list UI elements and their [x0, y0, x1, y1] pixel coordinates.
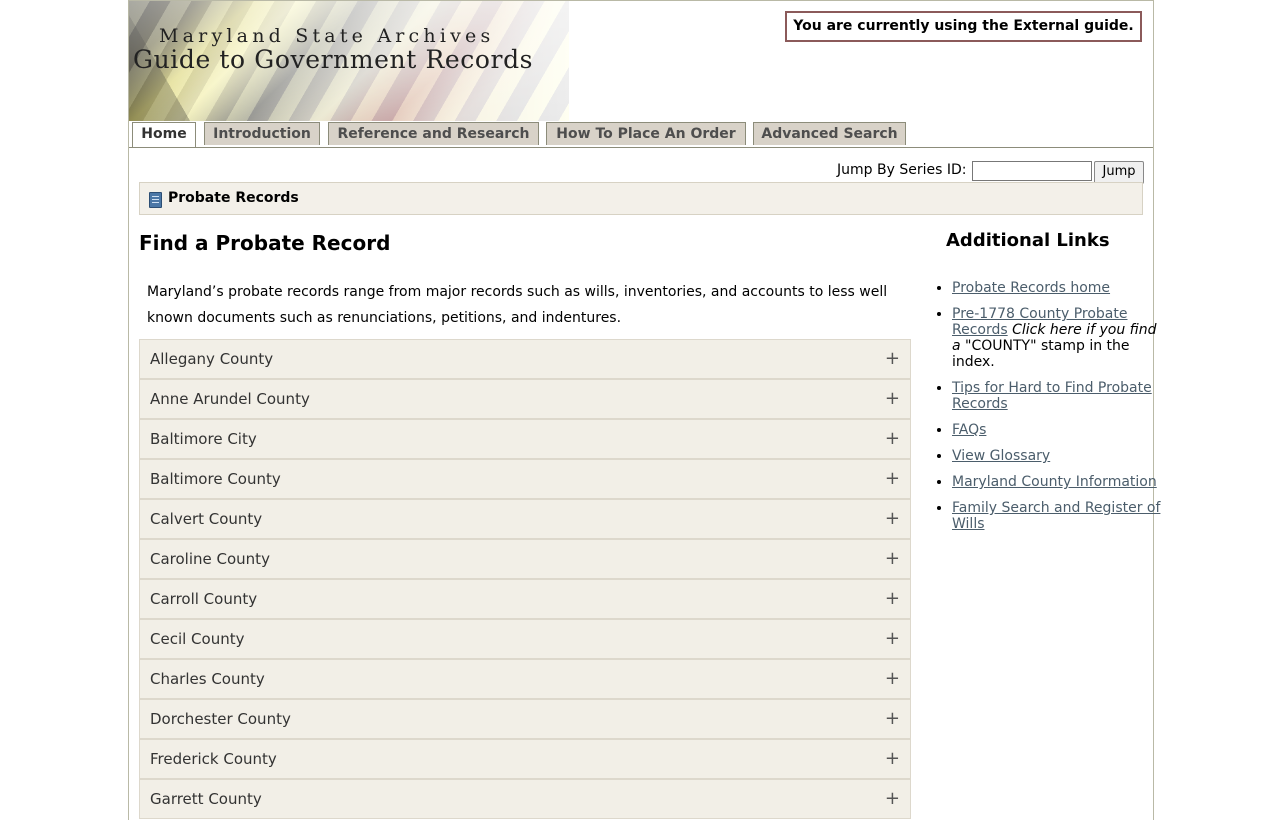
- county-item[interactable]: Allegany County +: [139, 339, 911, 379]
- county-item[interactable]: Baltimore City +: [139, 419, 911, 459]
- county-item[interactable]: Dorchester County +: [139, 699, 911, 739]
- county-label: Cecil County: [150, 630, 245, 648]
- page-title: Find a Probate Record: [139, 231, 391, 255]
- county-item[interactable]: Frederick County +: [139, 739, 911, 779]
- expand-icon: +: [884, 548, 900, 569]
- sidebar-item: Tips for Hard to Find Probate Records: [952, 380, 1167, 412]
- header-banner: Maryland State Archives Guide to Governm…: [129, 1, 569, 121]
- sidebar-item: Pre-1778 County Probate Records Click he…: [952, 306, 1167, 370]
- county-item[interactable]: Baltimore County +: [139, 459, 911, 499]
- tab-advanced-search[interactable]: Advanced Search: [753, 122, 906, 145]
- tab-how-to-place-an-order[interactable]: How To Place An Order: [546, 122, 746, 145]
- county-label: Carroll County: [150, 590, 258, 608]
- page-container: Maryland State Archives Guide to Governm…: [128, 0, 1160, 820]
- tab-reference-and-research[interactable]: Reference and Research: [328, 122, 539, 145]
- expand-icon: +: [884, 428, 900, 449]
- jump-label: Jump By Series ID:: [837, 162, 967, 178]
- county-label: Dorchester County: [150, 710, 291, 728]
- link-family-search-register-of-wills[interactable]: Family Search and Register of Wills: [952, 500, 1160, 532]
- link-view-glossary[interactable]: View Glossary: [952, 448, 1050, 464]
- county-item[interactable]: Charles County +: [139, 659, 911, 699]
- county-item[interactable]: Caroline County +: [139, 539, 911, 579]
- link-maryland-county-information[interactable]: Maryland County Information: [952, 474, 1157, 490]
- breadcrumb-title: Probate Records: [168, 190, 299, 206]
- county-label: Allegany County: [150, 350, 274, 368]
- breadcrumb: Probate Records: [139, 182, 1143, 215]
- expand-icon: +: [884, 628, 900, 649]
- link-faqs[interactable]: FAQs: [952, 422, 986, 438]
- expand-icon: +: [884, 468, 900, 489]
- county-label: Charles County: [150, 670, 265, 688]
- sidebar-item: Family Search and Register of Wills: [952, 500, 1167, 532]
- expand-icon: +: [884, 508, 900, 529]
- expand-icon: +: [884, 748, 900, 769]
- county-label: Garrett County: [150, 790, 262, 808]
- expand-icon: +: [884, 708, 900, 729]
- county-item[interactable]: Cecil County +: [139, 619, 911, 659]
- sidebar-item: Maryland County Information: [952, 474, 1167, 490]
- link-probate-records-home[interactable]: Probate Records home: [952, 280, 1110, 296]
- sidebar-links: Probate Records home Pre-1778 County Pro…: [935, 280, 1167, 542]
- expand-icon: +: [884, 788, 900, 809]
- county-label: Baltimore City: [150, 430, 257, 448]
- tab-introduction[interactable]: Introduction: [204, 122, 320, 145]
- sidebar-title: Additional Links: [946, 230, 1110, 251]
- expand-icon: +: [884, 668, 900, 689]
- intro-text: Maryland’s probate records range from ma…: [147, 284, 888, 326]
- site-title: Guide to Government Records: [133, 45, 534, 74]
- tab-bar: Home Introduction Reference and Research…: [129, 122, 1153, 148]
- book-icon: [149, 192, 162, 208]
- expand-icon: +: [884, 588, 900, 609]
- jump-button[interactable]: Jump: [1094, 161, 1144, 184]
- expand-icon: +: [884, 348, 900, 369]
- county-label: Frederick County: [150, 750, 277, 768]
- county-item[interactable]: Carroll County +: [139, 579, 911, 619]
- county-label: Anne Arundel County: [150, 390, 310, 408]
- county-item[interactable]: Anne Arundel County +: [139, 379, 911, 419]
- link-tips-hard-to-find[interactable]: Tips for Hard to Find Probate Records: [952, 380, 1152, 412]
- series-id-input[interactable]: [972, 161, 1092, 181]
- county-item[interactable]: Garrett County +: [139, 779, 911, 819]
- county-label: Baltimore County: [150, 470, 281, 488]
- sidebar-item: Probate Records home: [952, 280, 1167, 296]
- tab-home[interactable]: Home: [132, 122, 196, 147]
- sidebar-item: View Glossary: [952, 448, 1167, 464]
- site-subtitle: Maryland State Archives: [159, 25, 495, 47]
- guide-notice: You are currently using the External gui…: [785, 11, 1142, 42]
- county-item[interactable]: Calvert County +: [139, 499, 911, 539]
- pre-1778-note-plain: "COUNTY" stamp in the index.: [952, 338, 1130, 370]
- sidebar-item: FAQs: [952, 422, 1167, 438]
- expand-icon: +: [884, 388, 900, 409]
- county-label: Calvert County: [150, 510, 263, 528]
- county-label: Caroline County: [150, 550, 270, 568]
